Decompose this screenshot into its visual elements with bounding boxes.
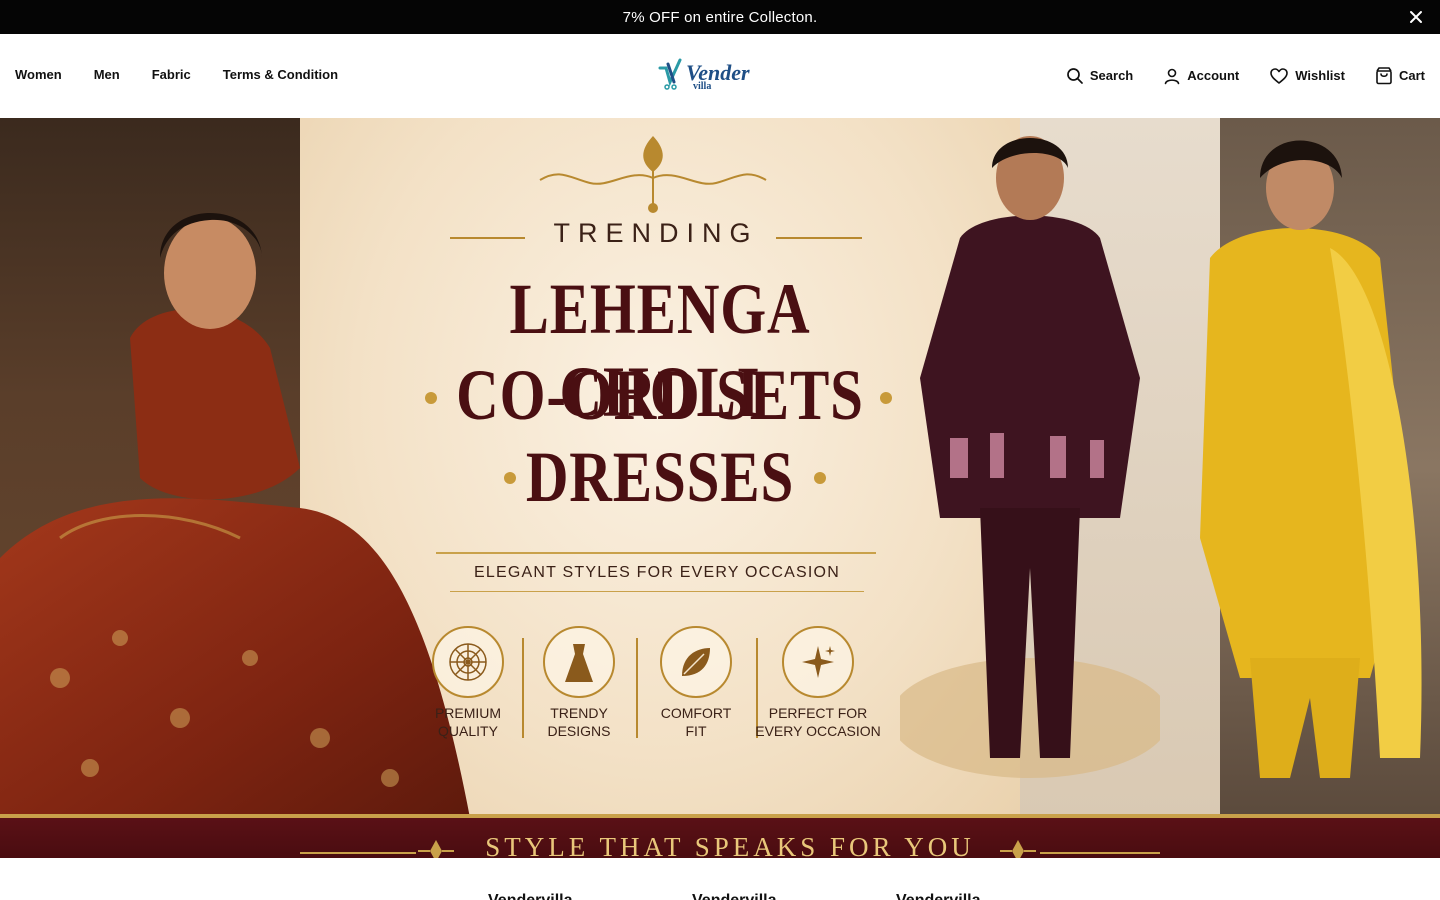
model-lehenga-image [0,213,470,818]
feature-label-line1: PERFECT FOR [768,705,868,721]
wishlist-label: Wishlist [1295,68,1345,83]
shopping-bag-icon [1376,67,1392,85]
product-card-title[interactable]: Vendervilla [692,892,777,900]
band-line-left [300,852,416,854]
cart-label: Cart [1398,68,1425,83]
cart-button[interactable]: Cart [1375,66,1425,85]
divider-line [436,552,876,554]
feature-label-line2: FIT [685,723,707,739]
ornament-icon [539,136,767,213]
mandala-icon [432,626,504,698]
wishlist-button[interactable]: Wishlist [1269,67,1345,85]
close-icon[interactable] [1408,9,1424,25]
account-label: Account [1187,68,1240,83]
search-icon [1067,67,1083,84]
logo-mark-icon [658,58,682,90]
site-logo[interactable]: Vender villa [658,56,784,96]
hero-kicker: TRENDING [553,218,759,248]
search-label: Search [1089,68,1134,83]
bullet-dot [880,392,892,404]
heart-icon [1270,67,1289,84]
feature-label-line2: EVERY OCCASION [755,723,881,739]
search-button[interactable]: Search [1066,67,1133,85]
site-header: Women Men Fabric Terms & Condition Vende… [0,34,1440,118]
model-coord-set-image [900,136,1160,778]
hero-subtitle: ELEGANT STYLES FOR EVERY OCCASION [474,564,840,581]
dress-icon [543,626,615,698]
bullet-dot [814,472,826,484]
nav-link-men[interactable]: Men [94,67,120,82]
band-line-right [1040,852,1160,854]
feature-label-line1: TRENDY [550,705,608,721]
nav-link-women[interactable]: Women [15,67,62,82]
divider-line [450,591,864,592]
logo-sub: villa [693,81,712,92]
feature-trendy-designs: TRENDY DESIGNS [514,626,644,740]
feature-label-line1: COMFORT [660,705,732,721]
hero-banner[interactable]: TRENDING LEHENGA CHOLI CO-ORD SETS DRESS… [0,118,1440,858]
sparkle-icon [782,626,854,698]
user-icon [1164,68,1180,84]
announcement-bar: 7% OFF on entire Collecton. [0,0,1440,34]
product-section: Vendervilla Vendervilla Vendervilla [0,858,1440,900]
feature-label-line2: DESIGNS [547,723,611,739]
feature-every-occasion: PERFECT FOR EVERY OCCASION [752,626,884,740]
product-card-title[interactable]: Vendervilla [896,892,981,900]
account-button[interactable]: Account [1163,67,1239,85]
model-yellow-suit-image [1200,140,1422,778]
utility-nav: Search Account Wishlist Cart [1036,66,1425,85]
nav-link-fabric[interactable]: Fabric [152,67,191,82]
ornament-icon [418,840,454,858]
feature-comfort-fit: COMFORT FIT [631,626,761,740]
hero-tagline: STYLE THAT SPEAKS FOR YOU [485,832,975,858]
product-card-title[interactable]: Vendervilla [488,892,573,900]
leaf-icon [660,626,732,698]
hero-tagline-band: STYLE THAT SPEAKS FOR YOU [0,814,1440,858]
main-nav: Women Men Fabric Terms & Condition [15,67,370,82]
hero-line-coord: CO-ORD SETS [456,355,864,435]
nav-link-terms[interactable]: Terms & Condition [223,67,338,82]
announcement-text: 7% OFF on entire Collecton. [622,8,818,26]
ornament-icon [1000,840,1036,858]
